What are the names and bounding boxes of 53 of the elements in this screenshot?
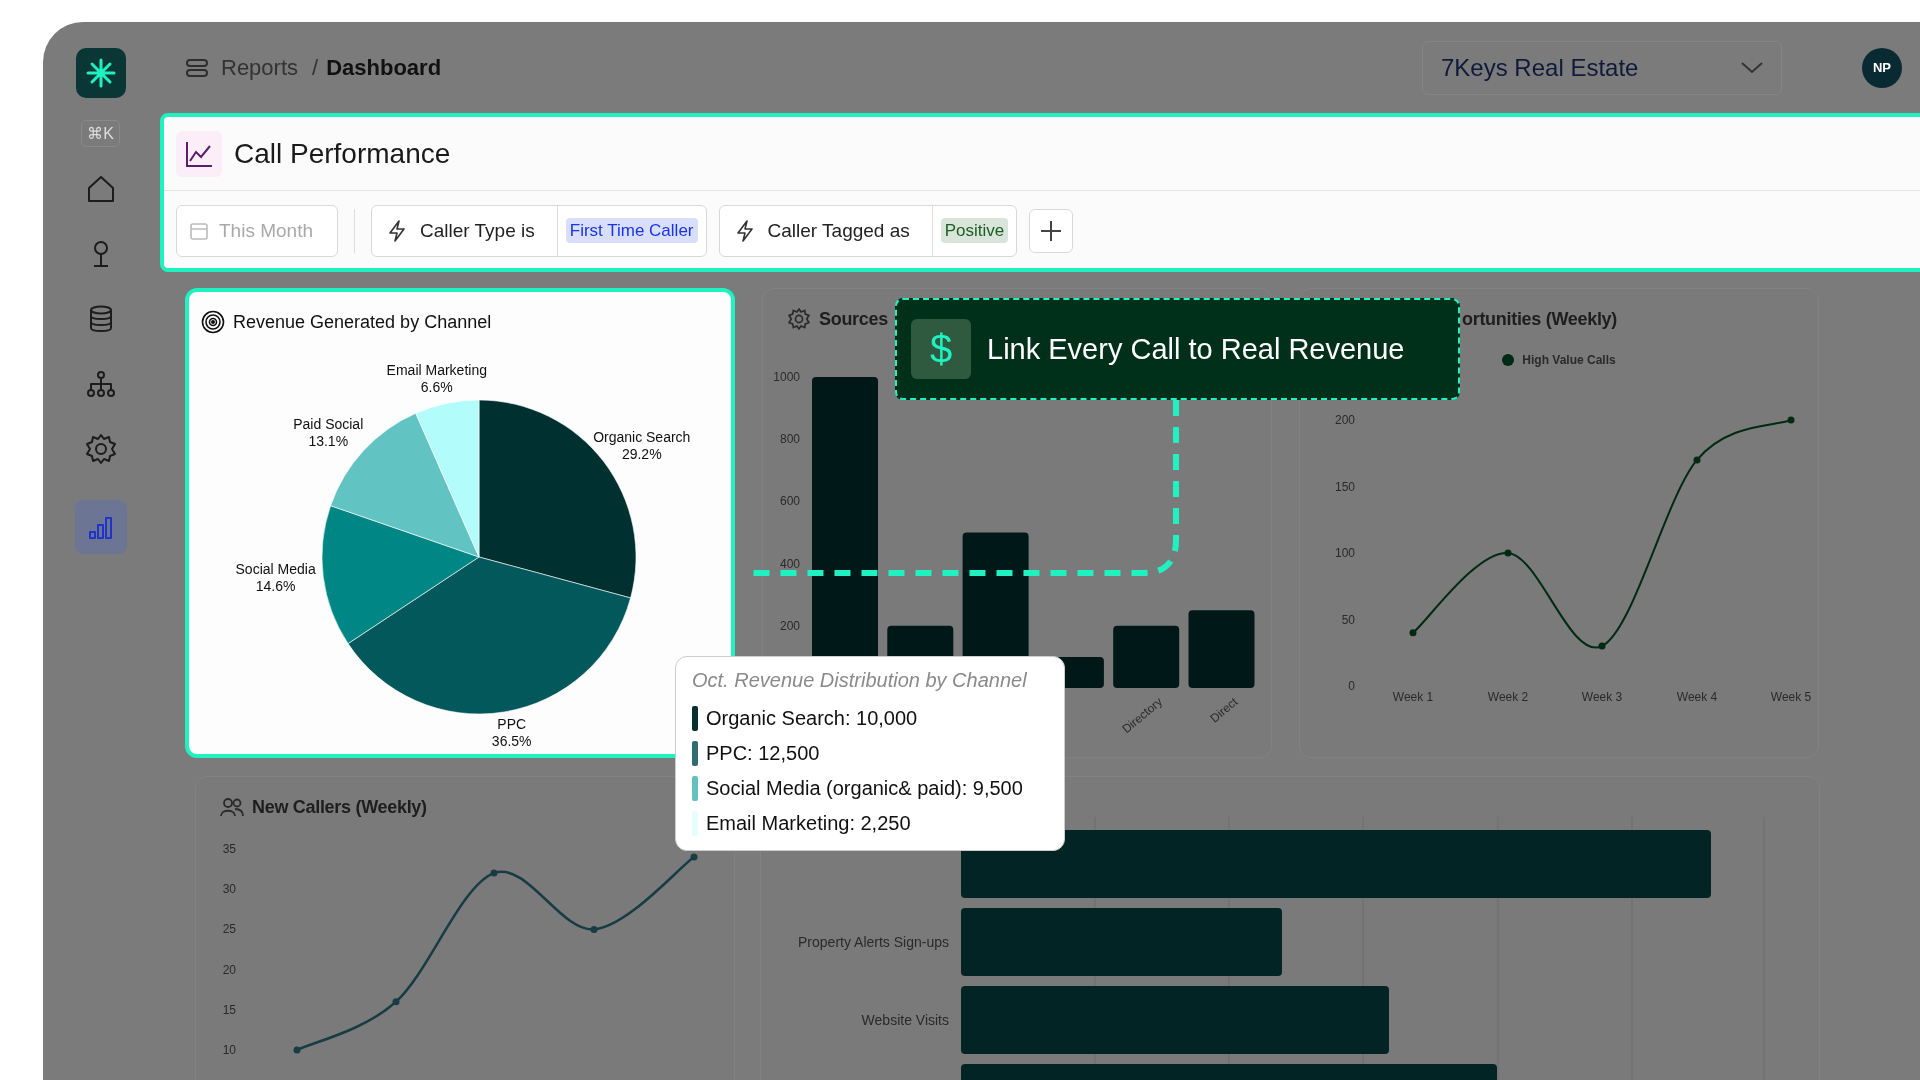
slice-value: 36.5% xyxy=(491,732,532,749)
report-title: Call Performance xyxy=(234,137,451,170)
axis-tick-label: Week 2 xyxy=(1487,690,1529,704)
slice-value: 29.2% xyxy=(621,445,662,462)
slice-value: 14.6% xyxy=(255,577,296,594)
breadcrumb-current: Dashboard xyxy=(326,54,442,81)
tooltip-item: Email Marketing: 2,250 xyxy=(706,812,911,835)
axis-tick-label: 600 xyxy=(779,494,800,509)
card-title: Revenue Generated by Channel xyxy=(233,311,492,333)
legend-label: High Value Calls xyxy=(1522,353,1616,367)
dollar-icon: $ xyxy=(911,319,971,379)
axis-tick-label: 100 xyxy=(1334,546,1355,560)
shortcut-hint: ⌘K xyxy=(81,120,120,147)
tooltip-item: Social Media (organic& paid): 9,500 xyxy=(706,777,1023,800)
axis-tick-label: 150 xyxy=(1334,479,1355,494)
filter-label: Caller Tagged as xyxy=(767,220,910,242)
axis-tick-label: 25 xyxy=(222,922,236,937)
axis-tick-label: 35 xyxy=(222,842,236,856)
axis-tick-label: 400 xyxy=(779,556,800,571)
category-label: Website Visits xyxy=(861,1012,949,1028)
slice-label: Organic Search xyxy=(593,428,691,445)
breadcrumb-separator: / xyxy=(312,54,319,81)
category-label: Property Alerts Sign-ups xyxy=(798,934,949,950)
axis-tick-label: 10 xyxy=(222,1043,236,1057)
axis-tick-label: 200 xyxy=(779,618,800,633)
slice-label: Email Marketing xyxy=(386,361,487,378)
axis-tick-label: Week 4 xyxy=(1676,690,1718,704)
axis-tick-label: 50 xyxy=(1341,612,1355,627)
axis-tick-label: 0 xyxy=(1348,679,1355,693)
axis-tick-label: 15 xyxy=(222,1002,236,1017)
axis-tick-label: Week 3 xyxy=(1581,690,1623,704)
callout-text: Link Every Call to Real Revenue xyxy=(987,332,1405,366)
axis-tick-label: Week 1 xyxy=(1392,690,1434,704)
axis-tick-label: 800 xyxy=(779,432,800,447)
axis-tick-label: 20 xyxy=(222,962,236,977)
tooltip-title: Oct. Revenue Distribution by Channel xyxy=(692,669,1028,692)
card-title: Sources xyxy=(819,308,888,330)
axis-tick-label: 200 xyxy=(1334,413,1355,427)
card-title: ortunities (Weekly) xyxy=(1462,308,1617,330)
slice-label: Paid Social xyxy=(293,416,364,432)
tooltip-item: PPC: 12,500 xyxy=(706,742,820,765)
filter-label: Caller Type is xyxy=(420,220,535,242)
slice-value: 13.1% xyxy=(308,433,349,449)
filter-value: First Time Caller xyxy=(565,218,698,243)
slice-label: PPC xyxy=(497,715,527,732)
axis-tick-label: 30 xyxy=(222,882,236,897)
filter-value: Positive xyxy=(940,218,1009,243)
axis-tick-label: 1000 xyxy=(773,370,800,384)
tooltip-item: Organic Search: 10,000 xyxy=(706,707,918,730)
card-title: New Callers (Weekly) xyxy=(252,796,427,818)
slice-label: Social Media xyxy=(235,560,316,577)
axis-tick-label: Week 5 xyxy=(1770,690,1812,704)
slice-value: 6.6% xyxy=(420,378,453,395)
